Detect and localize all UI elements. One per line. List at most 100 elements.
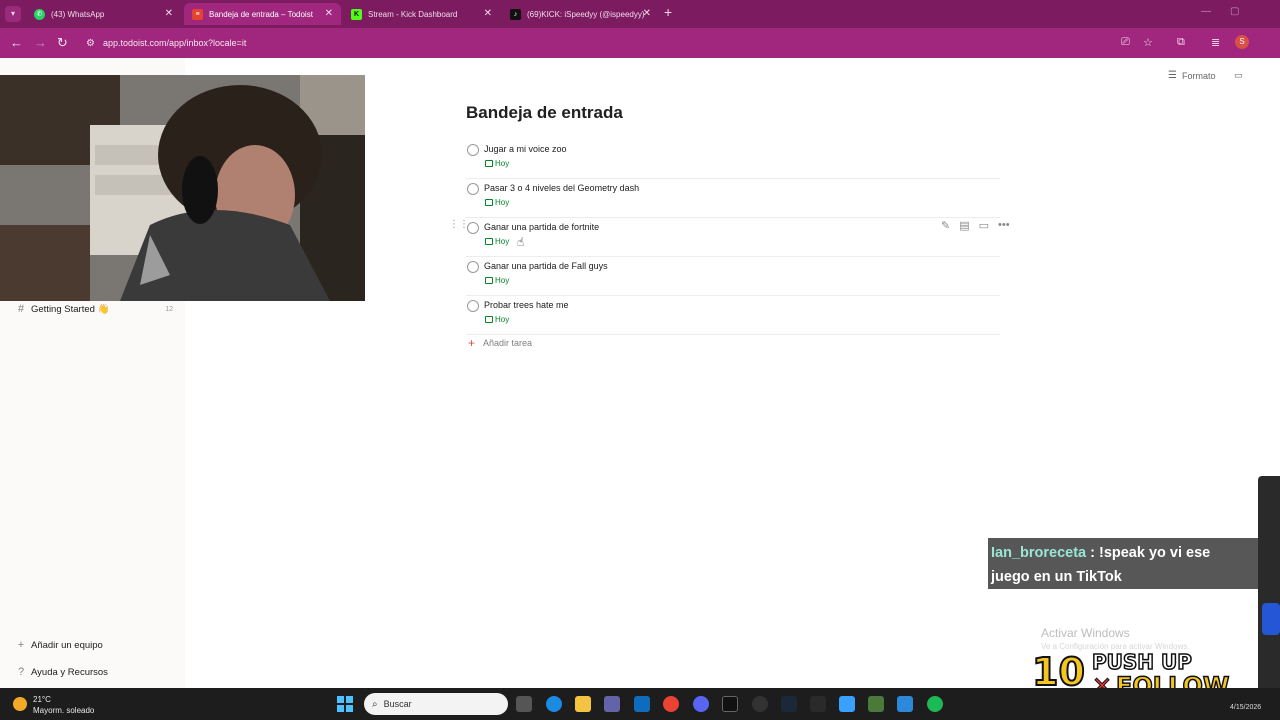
close-tab-icon[interactable]: ✕ bbox=[165, 8, 173, 19]
windows-start-icon[interactable] bbox=[337, 696, 353, 712]
screen: ▾ ✆ (43) WhatsApp ✕ ≡ Bandeja de entrada… bbox=[0, 0, 1280, 720]
calendar-icon bbox=[485, 316, 493, 323]
task-view-icon[interactable] bbox=[516, 696, 532, 712]
todoist-icon: ≡ bbox=[192, 8, 203, 20]
page-title: Bandeja de entrada bbox=[466, 103, 623, 122]
tab-kick-dashboard[interactable]: K Stream - Kick Dashboard ✕ bbox=[343, 3, 500, 25]
bookmark-star-icon[interactable]: ☆ bbox=[1143, 36, 1153, 49]
set-due-date-icon[interactable]: ▤ bbox=[959, 219, 969, 232]
search-icon: ⌕ bbox=[372, 698, 378, 710]
edge-icon[interactable] bbox=[546, 696, 562, 712]
due-date-label: Hoy bbox=[495, 237, 510, 246]
weather-sun-icon[interactable] bbox=[13, 697, 27, 711]
tab-whatsapp[interactable]: ✆ (43) WhatsApp ✕ bbox=[26, 3, 181, 25]
task-item[interactable]: Probar trees hate me Hoy bbox=[466, 296, 1000, 335]
capcut-icon[interactable] bbox=[722, 696, 738, 712]
complete-task-checkbox[interactable] bbox=[467, 261, 479, 273]
hash-icon: # bbox=[17, 303, 25, 315]
calendar-icon bbox=[485, 277, 493, 284]
xbox-icon[interactable] bbox=[868, 696, 884, 712]
tab-todoist[interactable]: ≡ Bandeja de entrada – Todoist ✕ bbox=[184, 3, 341, 25]
teams-icon[interactable] bbox=[604, 696, 620, 712]
site-info-icon[interactable]: ⚙ bbox=[86, 38, 95, 49]
sidebar-add-team[interactable]: + Añadir un equipo bbox=[14, 639, 103, 651]
weather-widget[interactable]: 21°C Mayorm. soleado bbox=[33, 694, 94, 716]
task-item[interactable]: Ganar una partida de fortnite Hoy bbox=[466, 218, 1000, 257]
install-app-icon[interactable]: ⎚ bbox=[1121, 36, 1130, 49]
task-content[interactable]: Ganar una partida de fortnite bbox=[484, 222, 599, 232]
task-item[interactable]: Ganar una partida de Fall guys Hoy bbox=[466, 257, 1000, 296]
format-label: Formato bbox=[1181, 70, 1216, 81]
task-content[interactable]: Pasar 3 o 4 niveles del Geometry dash bbox=[484, 183, 639, 193]
close-tab-icon[interactable]: ✕ bbox=[643, 8, 651, 19]
complete-task-checkbox[interactable] bbox=[467, 144, 479, 156]
comments-icon[interactable]: ▭ bbox=[1234, 70, 1243, 81]
kick-icon: K bbox=[351, 8, 362, 20]
task-content[interactable]: Ganar una partida de Fall guys bbox=[484, 261, 608, 271]
photos-icon[interactable] bbox=[839, 696, 855, 712]
chrome-icon[interactable] bbox=[663, 696, 679, 712]
more-actions-icon[interactable]: ••• bbox=[998, 219, 1010, 232]
format-button[interactable]: ☰ Formato bbox=[1168, 70, 1215, 81]
url-omnibox[interactable]: ⚙ app.todoist.com/app/inbox?locale=it bbox=[80, 32, 1160, 54]
forward-icon[interactable]: → bbox=[34, 35, 47, 50]
restore-icon[interactable]: ▢ bbox=[1230, 6, 1239, 17]
reload-icon[interactable]: ↻ bbox=[57, 35, 68, 51]
taskbar-search[interactable]: ⌕ Buscar bbox=[364, 693, 508, 715]
activate-windows-watermark: Activar Windows bbox=[1041, 626, 1130, 640]
task-content[interactable]: Probar trees hate me bbox=[484, 300, 569, 310]
close-tab-icon[interactable]: ✕ bbox=[325, 8, 333, 19]
tab-search-dropdown[interactable]: ▾ bbox=[5, 6, 21, 22]
due-date[interactable]: Hoy bbox=[485, 159, 509, 168]
plus-icon: + bbox=[17, 639, 25, 651]
complete-task-checkbox[interactable] bbox=[467, 300, 479, 312]
sidebar-item-label: Añadir un equipo bbox=[31, 639, 103, 651]
file-explorer-icon[interactable] bbox=[575, 696, 591, 712]
search-placeholder: Buscar bbox=[383, 699, 412, 709]
chat-message-overlay: Ian_broreceta : !speak yo vi ese juego e… bbox=[988, 538, 1258, 589]
sidebar-item-getting-started[interactable]: # Getting Started 👋 bbox=[14, 303, 174, 315]
complete-task-checkbox[interactable] bbox=[467, 183, 479, 195]
complete-task-checkbox[interactable] bbox=[467, 222, 479, 234]
tab-kick-channel[interactable]: ♪ (69)KICK: iSpeedyy (@ispeedyy) ✕ bbox=[502, 3, 659, 25]
outlook-icon[interactable] bbox=[634, 696, 650, 712]
sidebar-item-count: 12 bbox=[165, 306, 173, 313]
extensions-icon[interactable]: ⧉ bbox=[1177, 36, 1185, 49]
task-content[interactable]: Jugar a mi voice zoo bbox=[484, 144, 567, 154]
due-date[interactable]: Hoy bbox=[485, 315, 509, 324]
app-icon[interactable] bbox=[897, 696, 913, 712]
browser-address-bar: ← → ↻ ⚙ app.todoist.com/app/inbox?locale… bbox=[0, 28, 1280, 58]
chat-username: Ian_broreceta bbox=[991, 545, 1087, 561]
edit-pencil-icon[interactable]: ✎ bbox=[941, 219, 950, 232]
epic-games-icon[interactable] bbox=[810, 696, 826, 712]
promo-line-1: PUSH UP bbox=[1091, 649, 1192, 675]
due-date-label: Hoy bbox=[495, 276, 510, 285]
obs-icon[interactable] bbox=[752, 696, 768, 712]
due-date[interactable]: Hoy bbox=[485, 237, 509, 246]
comment-icon[interactable]: ▭ bbox=[979, 219, 989, 232]
tiktok-icon: ♪ bbox=[510, 8, 521, 20]
whatsapp-icon: ✆ bbox=[34, 8, 45, 20]
url-text: app.todoist.com/app/inbox?locale=it bbox=[102, 38, 247, 48]
sidebar-help-resources[interactable]: ? Ayuda y Recursos bbox=[14, 666, 108, 678]
tab-title: Bandeja de entrada – Todoist bbox=[209, 9, 313, 19]
spotify-icon[interactable] bbox=[927, 696, 943, 712]
plus-icon: + bbox=[468, 336, 476, 350]
due-date[interactable]: Hoy bbox=[485, 198, 509, 207]
back-icon[interactable]: ← bbox=[10, 35, 23, 50]
discord-icon[interactable] bbox=[693, 696, 709, 712]
task-item[interactable]: Jugar a mi voice zoo Hoy bbox=[466, 140, 1000, 179]
steam-icon[interactable] bbox=[781, 696, 797, 712]
tab-title: (43) WhatsApp bbox=[51, 9, 105, 19]
media-controls-icon[interactable]: ≣ bbox=[1211, 36, 1220, 49]
add-task-button[interactable]: + Añadir tarea bbox=[468, 336, 532, 350]
due-date[interactable]: Hoy bbox=[485, 276, 509, 285]
close-tab-icon[interactable]: ✕ bbox=[484, 8, 492, 19]
task-item[interactable]: Pasar 3 o 4 niveles del Geometry dash Ho… bbox=[466, 179, 1000, 218]
due-date-label: Hoy bbox=[495, 315, 510, 324]
profile-avatar[interactable]: S bbox=[1235, 35, 1249, 49]
add-task-label: Añadir tarea bbox=[483, 338, 533, 348]
new-tab-button[interactable]: + bbox=[664, 4, 672, 20]
task-actions: ✎ ▤ ▭ ••• bbox=[941, 219, 1010, 232]
minimize-icon[interactable]: — bbox=[1201, 6, 1211, 17]
